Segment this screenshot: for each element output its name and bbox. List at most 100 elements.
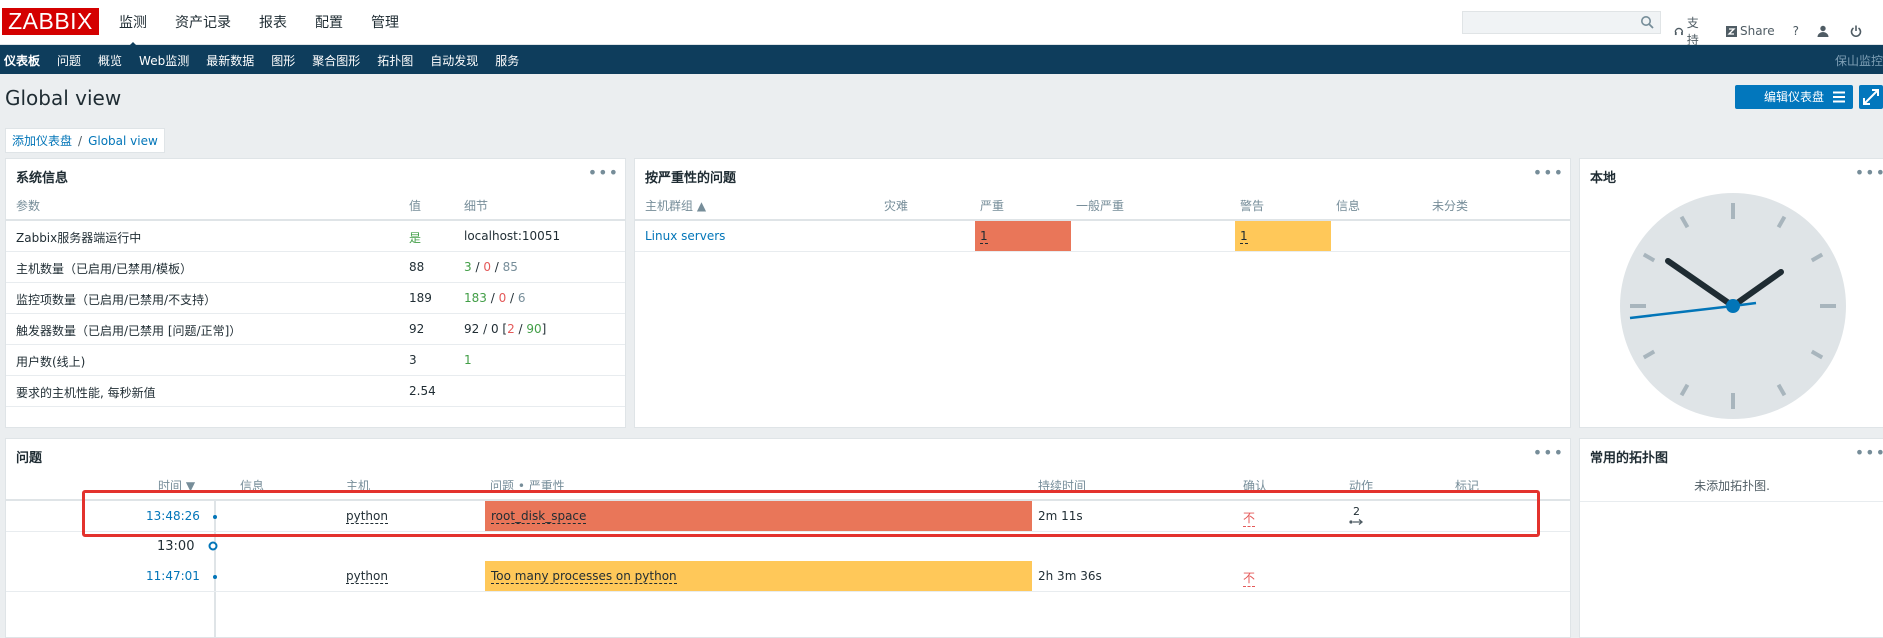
menu-reports[interactable]: 报表	[259, 12, 287, 32]
high-count: 1	[980, 229, 988, 244]
value-cell: 92	[409, 322, 425, 336]
detail-cell: 183 / 0 / 6	[464, 291, 526, 305]
table-row: 要求的主机性能, 每秒新值 2.54	[6, 376, 625, 407]
param-cell: Zabbix服务器端运行中	[16, 231, 142, 245]
menu-administration[interactable]: 管理	[371, 12, 399, 32]
fullscreen-button[interactable]	[1859, 85, 1883, 109]
widget-title: 常用的拓扑图	[1590, 451, 1669, 466]
submenu-services[interactable]: 服务	[495, 52, 519, 69]
system-info-widget: 系统信息 ••• 参数 值 细节 Zabbix服务器端运行中 是 localho…	[5, 158, 626, 428]
local-clock-widget: 本地 •••	[1579, 158, 1883, 428]
detail-cell: 92 / 0 [2 / 90]	[464, 322, 547, 336]
breadcrumb-dashboards[interactable]: 添加仪表盘	[12, 132, 72, 149]
timeline-dot-icon	[213, 575, 217, 579]
submenu-screens[interactable]: 聚合图形	[312, 52, 360, 69]
widget-title: 系统信息	[16, 171, 69, 186]
host-group-link[interactable]: Linux servers	[645, 229, 725, 243]
submenu-dashboard[interactable]: 仪表板	[4, 52, 40, 69]
share-z-icon	[1725, 25, 1737, 37]
submenu-problems[interactable]: 问题	[57, 52, 81, 69]
detail-cell: localhost:10051	[464, 229, 561, 243]
col-disaster: 灾难	[884, 199, 909, 213]
breadcrumb: 添加仪表盘 / Global view	[5, 128, 165, 153]
submenu-overview[interactable]: 概览	[98, 52, 122, 69]
menu-inventory[interactable]: 资产记录	[175, 12, 231, 32]
submenu-web[interactable]: Web监测	[139, 52, 189, 69]
table-row: Zabbix服务器端运行中 是 localhost:10051	[6, 221, 625, 252]
menu-monitoring[interactable]: 监测	[119, 12, 147, 48]
widget-title: 本地	[1590, 171, 1617, 186]
highlight-box	[82, 490, 1540, 537]
detail-cell: 1	[464, 353, 472, 367]
widget-menu-icon[interactable]: •••	[1533, 443, 1564, 462]
user-profile-link[interactable]	[1817, 25, 1832, 37]
col-average: 一般严重	[1076, 199, 1125, 213]
help-link[interactable]: ?	[1793, 24, 1799, 38]
support-link[interactable]: 支持	[1674, 14, 1708, 48]
param-cell: 要求的主机性能, 每秒新值	[16, 386, 156, 400]
table-row: 用户数(线上) 3 1	[6, 345, 625, 376]
support-label: 支持	[1686, 16, 1699, 47]
warning-count-cell[interactable]: 1	[1235, 221, 1331, 251]
breadcrumb-current[interactable]: Global view	[88, 134, 158, 148]
col-info: 信息	[1336, 199, 1361, 213]
menu-configuration[interactable]: 配置	[315, 12, 343, 32]
submenu-maps[interactable]: 拓扑图	[377, 52, 413, 69]
param-cell: 用户数(线上)	[16, 355, 86, 369]
table-row: 主机数量（已启用/已禁用/模板） 88 3 / 0 / 85	[6, 252, 625, 283]
menu-icon	[1833, 91, 1845, 103]
table-row: Linux servers 1 1	[635, 221, 1570, 252]
clock-face	[1620, 193, 1846, 419]
high-count-cell[interactable]: 1	[975, 221, 1071, 251]
widget-menu-icon[interactable]: •••	[1533, 163, 1564, 182]
widget-menu-icon[interactable]: •••	[1855, 163, 1883, 182]
col-unclassified: 未分类	[1432, 199, 1469, 213]
top-links: 支持 Share ?	[1674, 14, 1883, 48]
widget-menu-icon[interactable]: •••	[588, 163, 619, 182]
dashboard-list-button[interactable]	[1827, 85, 1851, 109]
user-icon	[1817, 25, 1829, 37]
warning-count: 1	[1240, 229, 1248, 244]
fullscreen-icon	[1863, 89, 1879, 105]
col-warning: 警告	[1240, 199, 1265, 213]
timeline-hour-label: 13:00	[157, 539, 195, 554]
value-cell: 189	[409, 291, 432, 305]
value-cell: 3	[409, 353, 417, 367]
param-cell: 触发器数量（已启用/已禁用 [问题/正常]）	[16, 324, 242, 338]
col-detail: 细节	[464, 199, 489, 213]
value-cell: 是	[409, 231, 422, 245]
col-host-group[interactable]: 主机群组 ▲	[645, 197, 706, 214]
share-label: Share	[1739, 24, 1775, 38]
table-row: 监控项数量（已启用/已禁用/不支持） 189 183 / 0 / 6	[6, 283, 625, 314]
submenu-latest-data[interactable]: 最新数据	[206, 52, 254, 69]
power-icon	[1850, 25, 1862, 37]
headset-icon	[1674, 27, 1684, 35]
zabbix-logo[interactable]: ZABBIX	[2, 8, 99, 35]
search-input[interactable]	[1462, 11, 1661, 34]
value-cell: 88	[409, 260, 425, 274]
col-value: 值	[409, 199, 422, 213]
search-icon[interactable]	[1640, 15, 1654, 29]
page-title: Global view	[5, 86, 122, 110]
submenu-discovery[interactable]: 自动发现	[430, 52, 478, 69]
problems-by-severity-widget: 按严重性的问题 ••• 主机群组 ▲ 灾难 严重 一般严重 警告 信息 未分类 …	[634, 158, 1571, 428]
widget-menu-icon[interactable]: •••	[1855, 443, 1883, 462]
col-param: 参数	[16, 199, 41, 213]
favourite-maps-widget: 常用的拓扑图 ••• 未添加拓扑图.	[1579, 438, 1883, 638]
param-cell: 监控项数量（已启用/已禁用/不支持）	[16, 293, 217, 307]
problem-ack[interactable]: 不	[1243, 569, 1256, 587]
problem-time[interactable]: 11:47:01	[146, 569, 200, 583]
share-link[interactable]: Share	[1725, 24, 1775, 38]
submenu-graphs[interactable]: 图形	[271, 52, 295, 69]
logout-link[interactable]	[1850, 25, 1865, 37]
problem-host[interactable]: python	[346, 569, 388, 584]
problem-severity-cell[interactable]: Too many processes on python	[485, 561, 1032, 591]
table-header: 参数 值 细节	[6, 189, 625, 221]
problem-name[interactable]: Too many processes on python	[491, 569, 677, 584]
table-row: 11:47:01 python Too many processes on py…	[6, 561, 1570, 592]
widget-title: 问题	[16, 451, 43, 466]
value-cell: 2.54	[409, 384, 436, 398]
detail-cell: 3 / 0 / 85	[464, 260, 518, 274]
timeline-marker-icon	[208, 541, 218, 551]
table-row: 触发器数量（已启用/已禁用 [问题/正常]） 92 92 / 0 [2 / 90…	[6, 314, 625, 345]
